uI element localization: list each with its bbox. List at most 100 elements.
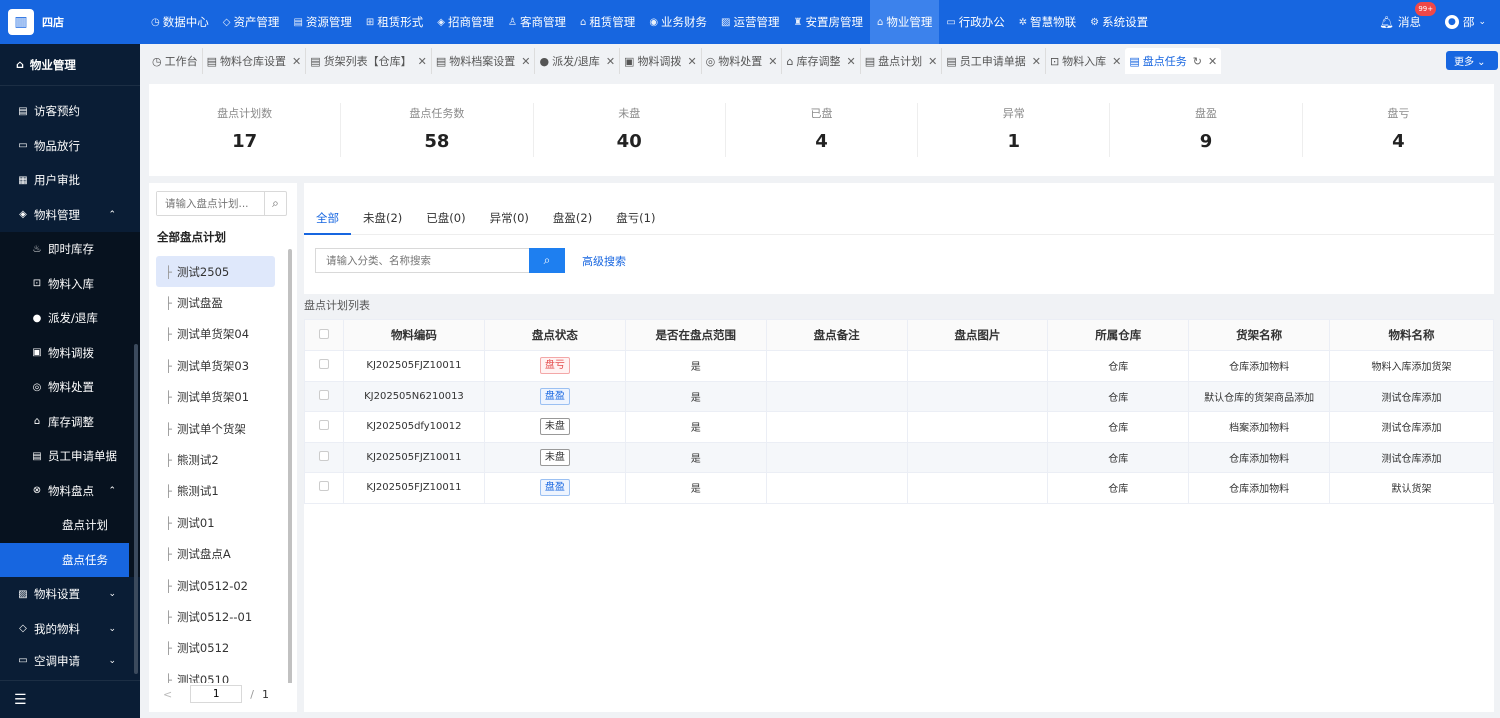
row-checkbox[interactable]	[318, 359, 329, 370]
plan-item[interactable]: ├ 测试单个货架	[156, 413, 275, 444]
plan-item[interactable]: ├ 测试单货架01	[156, 382, 275, 413]
close-icon[interactable]: ✕	[1112, 55, 1121, 68]
sidebar-subitem-5[interactable]: ◎ 物料处置	[0, 370, 140, 405]
topnav-item-7[interactable]: ⌂ 租赁管理	[573, 0, 642, 44]
table-row[interactable]: KJ202505dfy10012 未盘 是 仓库 档案添加物料 测试仓库添加	[304, 411, 1494, 443]
sidebar-subitem-2[interactable]: ⊡ 物料入库	[0, 267, 140, 302]
row-checkbox[interactable]	[318, 389, 329, 400]
topnav-item-13[interactable]: ✲ 智慧物联	[1012, 0, 1083, 44]
plan-item[interactable]: ├ 测试盘盈	[156, 287, 275, 318]
collapse-sidebar-button[interactable]: ☰	[0, 680, 140, 718]
plan-item[interactable]: ├ 熊测试2	[156, 444, 275, 475]
plan-item[interactable]: ├ 测试01	[156, 507, 275, 538]
sidebar-item-4[interactable]: ◈ 物料管理 ⌃	[0, 198, 140, 233]
sidebar-third-item-2[interactable]: 盘点任务	[0, 542, 129, 577]
page-tab-7[interactable]: ◎ 物料处置 ✕	[700, 48, 782, 74]
close-icon[interactable]: ✕	[292, 55, 301, 68]
sidebar-subitem-6[interactable]: ⌂ 库存调整	[0, 405, 140, 440]
page-tab-6[interactable]: ▣ 物料调拨 ✕	[619, 48, 701, 74]
plan-list-scrollbar[interactable]	[288, 249, 292, 695]
search-button[interactable]: ⌕	[529, 248, 565, 273]
topnav-item-2[interactable]: ◇ 资产管理	[216, 0, 287, 44]
sidebar-item-3[interactable]: ▦ 用户审批	[0, 163, 140, 198]
page-tab-9[interactable]: ▤ 盘点计划 ✕	[859, 48, 942, 74]
page-tab-10[interactable]: ▤ 员工申请单据 ✕	[941, 48, 1045, 74]
page-tab-8[interactable]: ⌂ 库存调整 ✕	[781, 48, 859, 74]
refresh-icon[interactable]: ↻	[1193, 55, 1202, 68]
sidebar-subitem-4[interactable]: ▣ 物料调拨	[0, 336, 140, 371]
plan-item[interactable]: ├ 测试0512	[156, 633, 275, 664]
topnav-item-12[interactable]: ▭ 行政办公	[939, 0, 1011, 44]
plan-item[interactable]: ├ 测试0512-02	[156, 570, 275, 601]
close-icon[interactable]: ✕	[606, 55, 615, 68]
topnav-item-5[interactable]: ◈ 招商管理	[430, 0, 501, 44]
topnav-item-4[interactable]: ⊞ 租赁形式	[359, 0, 430, 44]
plan-item[interactable]: ├ 测试盘点A	[156, 539, 275, 570]
table-row[interactable]: KJ202505FJZ10011 盘亏 是 仓库 仓库添加物料 物料入库添加货架	[304, 350, 1494, 382]
sidebar-third-item-1[interactable]: 盘点计划	[0, 508, 140, 543]
status-tab-6[interactable]: 盘亏(1)	[604, 203, 667, 235]
sidebar-item-ac-request[interactable]: ▭ 空调申请 ⌄	[0, 644, 140, 679]
table-row[interactable]: KJ202505N6210013 盘盈 是 仓库 默认仓库的货架商品添加 测试仓库添加	[304, 380, 1494, 412]
close-icon[interactable]: ✕	[418, 55, 427, 68]
sidebar-subitem-3[interactable]: ● 派发/退库	[0, 301, 140, 336]
page-tab-2[interactable]: ▤ 物料仓库设置 ✕	[201, 48, 306, 74]
sidebar-scrollbar[interactable]	[134, 344, 138, 674]
topnav-item-10[interactable]: ♜ 安置房管理	[787, 0, 870, 44]
user-menu[interactable]: ● 邵 ⌄	[1444, 14, 1486, 30]
topnav-item-1[interactable]: ◷ 数据中心	[144, 0, 216, 44]
topnav-item-8[interactable]: ◉ 业务财务	[642, 0, 714, 44]
task-search-input[interactable]	[315, 248, 529, 273]
close-icon[interactable]: ✕	[521, 55, 530, 68]
close-icon[interactable]: ✕	[768, 55, 777, 68]
plan-search-input[interactable]	[157, 192, 264, 215]
select-all-checkbox[interactable]	[318, 329, 329, 339]
sidebar-subitem-7[interactable]: ▤ 员工申请单据	[0, 439, 140, 474]
plan-item[interactable]: ├ 测试单货架03	[156, 350, 275, 381]
table-row[interactable]: KJ202505FJZ10011 盘盈 是 仓库 仓库添加物料 默认货架	[304, 472, 1494, 504]
close-icon[interactable]: ✕	[928, 55, 937, 68]
status-tab-1[interactable]: 全部	[304, 203, 351, 235]
advanced-search-link[interactable]: 高级搜索	[582, 253, 626, 269]
search-icon[interactable]: ⌕	[264, 192, 286, 215]
page-tab-5[interactable]: ● 派发/退库 ✕	[534, 48, 619, 74]
sidebar-after-item-1[interactable]: ▨ 物料设置 ⌄	[0, 577, 140, 612]
row-checkbox[interactable]	[318, 420, 329, 431]
status-tab-4[interactable]: 异常(0)	[478, 203, 541, 235]
row-checkbox[interactable]	[318, 481, 329, 492]
page-tab-1[interactable]: ◷ 工作台	[148, 48, 202, 74]
status-tab-3[interactable]: 已盘(0)	[414, 203, 477, 235]
sidebar-item-2[interactable]: ▭ 物品放行	[0, 129, 140, 164]
close-icon[interactable]: ✕	[1208, 55, 1217, 68]
sidebar-header[interactable]: ⌂ 物业管理	[0, 44, 140, 86]
brand[interactable]: ▥ 四店	[0, 0, 140, 44]
status-tab-2[interactable]: 未盘(2)	[351, 203, 414, 235]
page-number-input[interactable]	[190, 685, 243, 703]
sidebar-subitem-1[interactable]: ♨ 即时库存	[0, 232, 140, 267]
plan-item[interactable]: ├ 测试0512--01	[156, 601, 275, 632]
page-tab-11[interactable]: ⊡ 物料入库 ✕	[1044, 48, 1125, 74]
more-tabs-button[interactable]: 更多 ⌄	[1446, 51, 1498, 70]
messages-button[interactable]: 🔔︎ 消息 99+	[1379, 2, 1437, 30]
sidebar-subitem-8[interactable]: ⊗ 物料盘点 ⌃	[0, 474, 140, 509]
row-checkbox[interactable]	[318, 450, 329, 461]
status-tab-5[interactable]: 盘盈(2)	[541, 203, 604, 235]
page-tab-4[interactable]: ▤ 物料档案设置 ✕	[430, 48, 535, 74]
close-icon[interactable]: ✕	[1032, 55, 1041, 68]
plan-item[interactable]: ├ 测试单货架04	[156, 319, 275, 350]
close-icon[interactable]: ✕	[687, 55, 696, 68]
topnav-item-9[interactable]: ▨ 运营管理	[714, 0, 786, 44]
close-icon[interactable]: ✕	[846, 55, 855, 68]
topnav-item-3[interactable]: ▤ 资源管理	[286, 0, 358, 44]
sidebar-after-item-2[interactable]: ◇ 我的物料 ⌄	[0, 612, 140, 647]
prev-page-button[interactable]: <	[163, 688, 172, 701]
topnav-item-11[interactable]: ⌂ 物业管理	[869, 0, 940, 44]
topnav-item-6[interactable]: ♙ 客商管理	[501, 0, 573, 44]
plan-item[interactable]: ├ 测试2505	[156, 256, 275, 288]
page-tab-12[interactable]: ▤ 盘点任务 ↻ ✕	[1125, 48, 1222, 74]
topnav-item-14[interactable]: ⚙ 系统设置	[1083, 0, 1155, 44]
page-tab-3[interactable]: ▤ 货架列表【仓库】 ✕	[305, 48, 431, 74]
table-row[interactable]: KJ202505FJZ10011 未盘 是 仓库 仓库添加物料 测试仓库添加	[304, 441, 1494, 473]
sidebar-item-1[interactable]: ▤ 访客预约	[0, 94, 140, 129]
plan-item[interactable]: ├ 熊测试1	[156, 476, 275, 507]
